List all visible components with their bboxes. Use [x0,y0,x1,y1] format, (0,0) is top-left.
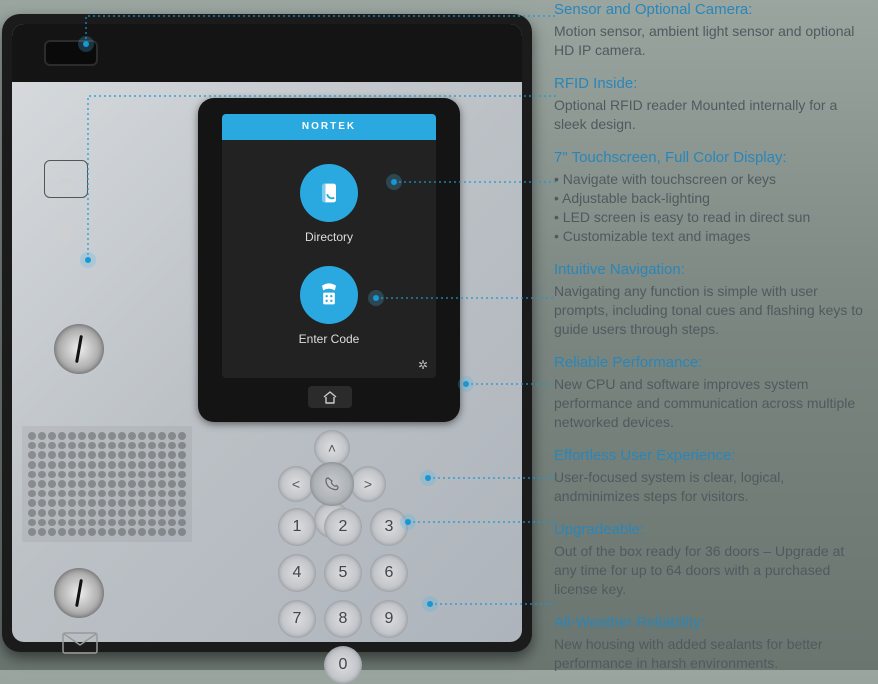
dpad-left[interactable]: ˂ [278,466,314,502]
callout-body: User-focused system is clear, logical, a… [554,468,870,506]
callout-title: Effortless User Experience: [554,446,870,466]
callout-weather: All-Weather Reliability: New housing wit… [554,613,870,673]
callout-upgradeable: Upgradeable: Out of the box ready for 36… [554,520,870,599]
callout-body: New CPU and software improves system per… [554,375,870,432]
key-4[interactable]: 4 [278,554,316,592]
callout-title: All-Weather Reliability: [554,613,870,633]
entercode-app-icon[interactable] [300,266,358,324]
touchscreen[interactable]: NORTEK Directory Enter Code ✲ [222,114,436,378]
key-7[interactable]: 7 [278,600,316,638]
keyhole-upper[interactable] [54,324,104,374]
feature-callouts: Sensor and Optional Camera: Motion senso… [542,0,878,670]
callout-rfid: RFID Inside: Optional RFID reader Mounte… [554,74,870,134]
mail-icon [62,632,98,654]
callout-touchscreen: 7" Touchscreen, Full Color Display: Navi… [554,148,870,246]
callout-body: Out of the box ready for 36 doors – Upgr… [554,542,870,599]
dpad-up[interactable]: ˄ [314,430,350,466]
callout-performance: Reliable Performance: New CPU and softwa… [554,353,870,432]
callout-title: Upgradeable: [554,520,870,540]
bullet: Navigate with touchscreen or keys [554,170,870,189]
callout-navigation: Intuitive Navigation: Navigating any fun… [554,260,870,339]
intercom-device: NORTEK Directory Enter Code ✲ ˄ ˅ ˂ ˃ [2,10,542,660]
home-button[interactable] [308,386,352,408]
key-0[interactable]: 0 [324,646,362,684]
callout-title: Reliable Performance: [554,353,870,373]
numeric-keypad: 1 2 3 4 5 6 7 8 9 0 [278,508,408,684]
key-5[interactable]: 5 [324,554,362,592]
keyhole-lower[interactable] [54,568,104,618]
bullet: Adjustable back-lighting [554,189,870,208]
entercode-app-label: Enter Code [299,332,360,346]
callout-body: Navigating any function is simple with u… [554,282,870,339]
callout-bullets: Navigate with touchscreen or keys Adjust… [554,170,870,246]
key-6[interactable]: 6 [370,554,408,592]
callout-body: Optional RFID reader Mounted internally … [554,96,870,134]
sensor-camera-slot [44,40,98,66]
dpad-select[interactable] [310,462,354,506]
callout-ux: Effortless User Experience: User-focused… [554,446,870,506]
directory-app-label: Directory [305,230,353,244]
callout-title: Sensor and Optional Camera: [554,0,870,20]
handset-icon [44,216,88,254]
callout-body: Motion sensor, ambient light sensor and … [554,22,870,60]
key-3[interactable]: 3 [370,508,408,546]
callout-title: RFID Inside: [554,74,870,94]
speaker-grille [22,426,192,542]
callout-title: Intuitive Navigation: [554,260,870,280]
key-1[interactable]: 1 [278,508,316,546]
callout-title: 7" Touchscreen, Full Color Display: [554,148,870,168]
settings-gear-icon[interactable]: ✲ [418,358,428,372]
key-2[interactable]: 2 [324,508,362,546]
bullet: Customizable text and images [554,227,870,246]
key-9[interactable]: 9 [370,600,408,638]
directory-app-icon[interactable] [300,164,358,222]
bullet: LED screen is easy to read in direct sun [554,208,870,227]
callout-sensor: Sensor and Optional Camera: Motion senso… [554,0,870,60]
callout-body: New housing with added sealants for bett… [554,635,870,673]
dpad-right[interactable]: ˃ [350,466,386,502]
rfid-icon [44,160,88,198]
screen-brand-header: NORTEK [222,114,436,140]
key-8[interactable]: 8 [324,600,362,638]
